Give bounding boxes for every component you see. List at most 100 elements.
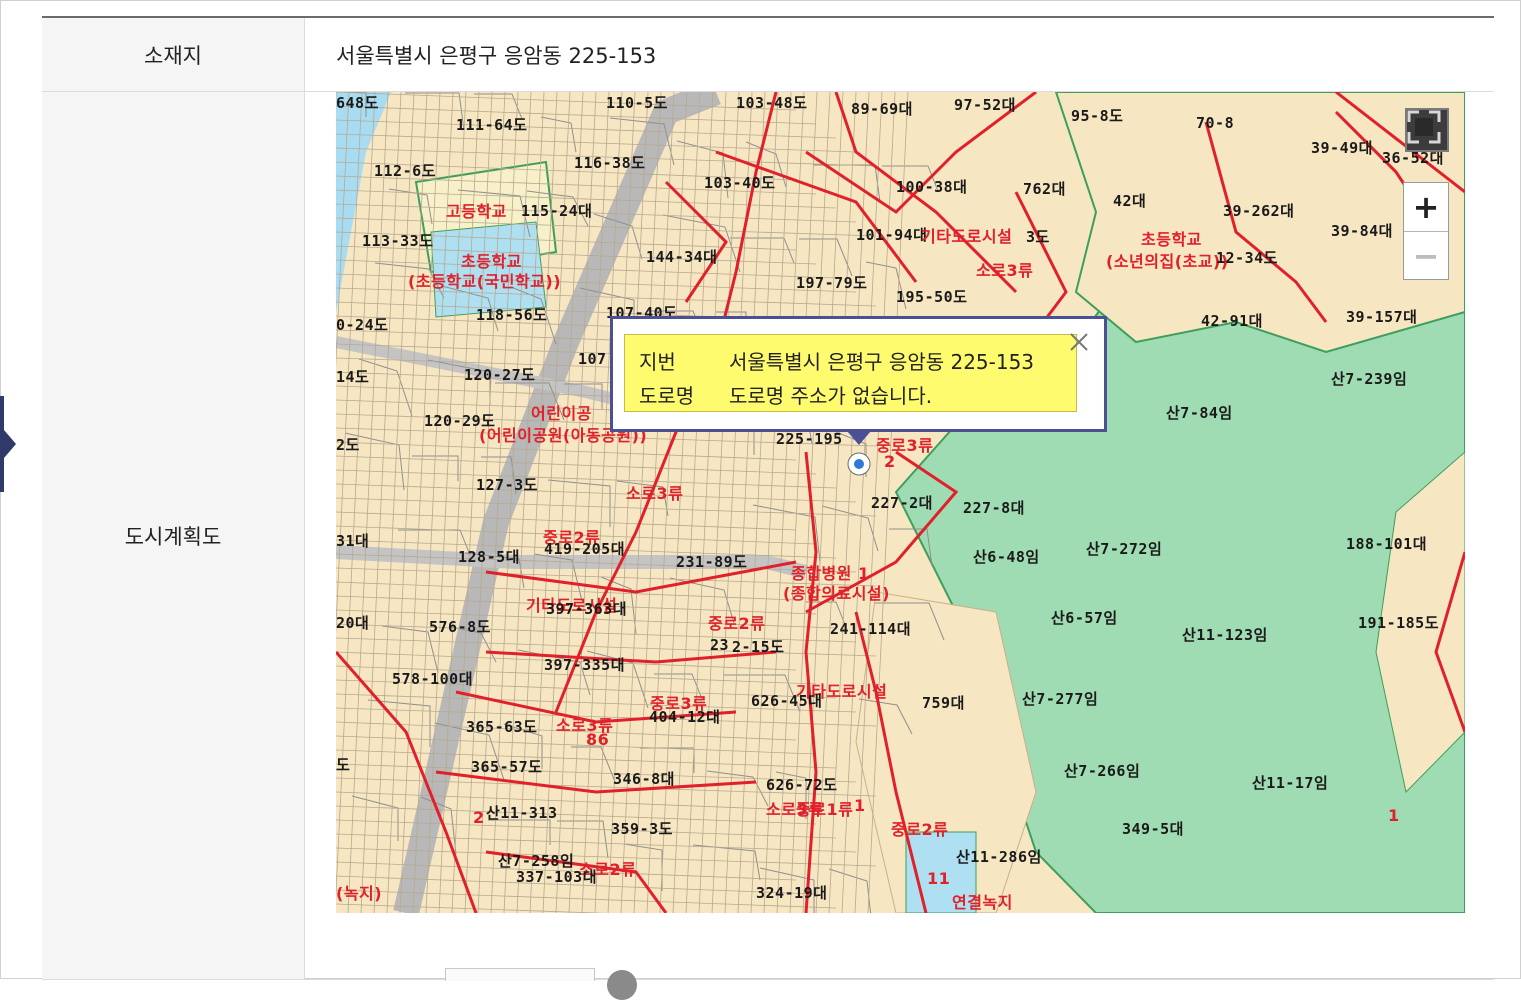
map-zone-label: 어린이공 (531, 404, 592, 423)
map-zone-label: 소로3류 (626, 484, 684, 503)
parcel-grid-line (698, 92, 740, 913)
location-label: 소재지 (42, 17, 305, 92)
map-parcel-label: 2도 (336, 436, 360, 454)
urban-plan-label: 도시계획도 (42, 91, 305, 980)
map-parcel-label: 404-12대 (649, 708, 721, 726)
map-zone-label: 1 (854, 796, 866, 815)
side-arrow-icon[interactable] (4, 430, 16, 458)
map-parcel-label: 2-15도 (732, 638, 785, 656)
popup-jibun-value: 서울특별시 은평구 응암동 225-153 (729, 350, 1035, 374)
map-parcel-label: 359-3도 (611, 820, 673, 838)
map-parcel-label: 산7-84임 (1166, 404, 1233, 422)
map-parcel-label: 231-89도 (676, 553, 748, 571)
map-parcel-label: 39-262대 (1223, 202, 1295, 220)
map-zone-label: 86 (586, 730, 610, 749)
map-zone-label: (종합의료시설) (783, 584, 890, 603)
close-icon[interactable] (1068, 331, 1090, 353)
map-parcel-label: 산11-123임 (1182, 626, 1268, 644)
bottom-round-button[interactable] (607, 970, 637, 1000)
map-parcel-label: 227-2대 (871, 494, 933, 512)
popup-jibun-label: 지번 (639, 350, 676, 374)
map-zone-label: 2 (884, 452, 896, 471)
map-parcel-label: 100-38대 (896, 178, 968, 196)
map-parcel-label: 산11-313 (486, 804, 558, 822)
map-zone-label: 2 (473, 808, 485, 827)
map-parcel-label: 103-48도 (736, 94, 808, 112)
map-parcel-label: 576-8도 (429, 618, 491, 636)
parcel-line (571, 746, 617, 785)
map-zone-label: 11 (927, 869, 951, 888)
map-parcel-label: 626-72도 (766, 776, 838, 794)
map-parcel-label: 227-8대 (963, 499, 1025, 517)
parcel-grid-line (336, 497, 877, 517)
map-zone-label: (초등학교(국민학교)) (408, 272, 562, 291)
parcel-line (799, 238, 853, 277)
zoom-control: + − (1403, 182, 1449, 280)
location-row: 소재지 서울특별시 은평구 응암동 225-153 (42, 17, 1494, 92)
map-parcel-label: 42대 (1113, 192, 1147, 210)
map-parcel-label: 115-24대 (521, 202, 593, 220)
parcel-info-popup: 지번 서울특별시 은평구 응암동 225-153 도로명 도로명 주소가 없습니… (610, 316, 1107, 445)
map-parcel-label: 349-5대 (1122, 820, 1184, 838)
parcel-grid-line (336, 469, 837, 489)
urban-plan-map[interactable]: 110-5도 103-48도 89-69대 97-52대 95-8도 70-8 111-64… (336, 92, 1465, 913)
map-zone-label: 기타도로시설 (921, 227, 1013, 246)
map-parcel-label: 89-69대 (851, 100, 913, 118)
map-parcel-label: 626-45대 (751, 692, 823, 710)
map-parcel-label: 산6-48임 (973, 548, 1040, 566)
map-parcel-label: 112-6도 (374, 162, 436, 180)
zoom-in-button[interactable]: + (1404, 183, 1448, 232)
map-parcel-label: 산7-277임 (1022, 690, 1099, 708)
map-parcel-label: 144-34대 (646, 248, 718, 266)
map-parcel-label: 도 (336, 756, 351, 774)
parcel-line (540, 116, 577, 153)
map-parcel-label: 0-24도 (336, 316, 389, 334)
parcel-grid-line (336, 119, 837, 139)
map-parcel-label: 산7-266임 (1064, 762, 1141, 780)
parcel-grid-line (336, 749, 837, 769)
map-parcel-label: 103-40도 (704, 174, 776, 192)
map-zone-label: 초등학교 (1141, 230, 1202, 249)
map-zone-label: (소년의집(초교)) (1106, 252, 1229, 271)
map-parcel-label: 116-38도 (574, 154, 646, 172)
map-parcel-label: 39-49대 (1311, 139, 1373, 157)
map-parcel-label: 39-157대 (1346, 308, 1418, 326)
map-parcel-label: 191-185도 (1358, 614, 1440, 632)
fullscreen-button[interactable] (1405, 108, 1449, 152)
map-parcel-label: 110-5도 (606, 94, 668, 112)
map-parcel-label: 12-34도 (1216, 249, 1278, 267)
map-parcel-label: 70-8 (1196, 114, 1235, 132)
map-parcel-label: 113-33도 (362, 232, 434, 250)
map-zone-label: (녹지) (336, 884, 383, 903)
map-parcel-label: 762대 (1023, 180, 1066, 198)
map-parcel-label: 648도 (336, 94, 379, 112)
map-parcel-label: 산7-239임 (1331, 370, 1408, 388)
zoom-out-button[interactable]: − (1404, 232, 1448, 280)
parcel-line (706, 770, 769, 807)
map-zone-label: 소로3류 (976, 261, 1034, 280)
bottom-control[interactable] (445, 968, 595, 981)
map-zone-label: 고등학교 (446, 202, 507, 221)
parcel-grid-line (336, 133, 857, 153)
popup-jibun-row: 지번 서울특별시 은평구 응암동 225-153 (639, 345, 1076, 379)
parcel-line (813, 164, 881, 203)
map-parcel-label: 759대 (922, 694, 965, 712)
parcel-grid-line (336, 483, 857, 503)
map-parcel-label: 산11-17임 (1252, 774, 1329, 792)
map-parcel-label: 128-5대 (458, 548, 520, 566)
parcel-line (828, 868, 872, 913)
popup-road-value: 도로명 주소가 없습니다. (729, 384, 933, 408)
parcel-grid-line (685, 92, 727, 913)
map-parcel-label: 95-8도 (1071, 107, 1124, 125)
parcel-line (821, 505, 879, 552)
map-parcel-label: 397-335대 (544, 656, 626, 674)
map-parcel-label: 195-50도 (896, 288, 968, 306)
map-parcel-label: 188-101대 (1346, 535, 1428, 553)
parcel-line (547, 479, 611, 527)
parcel-grid-line (724, 92, 766, 913)
map-parcel-label: 101-94대 (856, 226, 928, 244)
map-parcel-label: 산11-286임 (956, 848, 1042, 866)
popup-content: 지번 서울특별시 은평구 응암동 225-153 도로명 도로명 주소가 없습니… (624, 334, 1077, 412)
map-parcel-label: 97-52대 (954, 96, 1016, 114)
map-parcel-label: 578-100대 (392, 670, 474, 688)
